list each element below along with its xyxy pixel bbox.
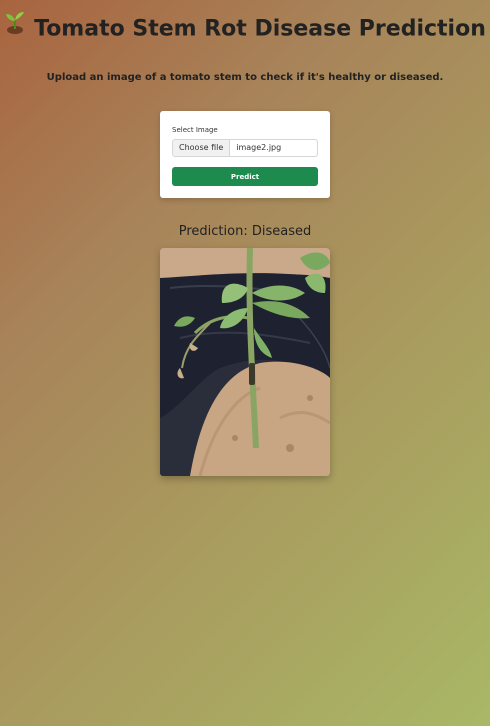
title-text: Tomato Stem Rot Disease Prediction	[34, 16, 486, 42]
choose-file-button[interactable]: Choose file	[173, 140, 231, 156]
file-input[interactable]: Choose file image2.jpg	[172, 139, 318, 157]
select-image-label: Select Image	[172, 126, 218, 134]
tomato-stem-photo	[160, 248, 330, 476]
sprout-icon	[4, 10, 26, 41]
upload-card: Select Image Choose file image2.jpg Pred…	[160, 111, 330, 198]
selected-file-name: image2.jpg	[236, 143, 282, 152]
prediction-result: Prediction: Diseased	[178, 224, 312, 239]
page-subtitle: Upload an image of a tomato stem to chec…	[46, 72, 444, 83]
page-title: Tomato Stem Rot Disease Prediction	[0, 12, 490, 45]
predict-button[interactable]: Predict	[172, 167, 318, 186]
